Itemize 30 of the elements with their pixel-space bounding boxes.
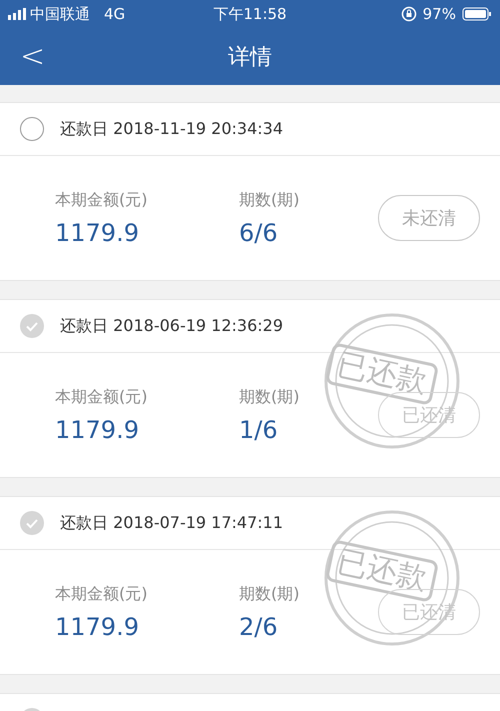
rotation-lock-icon [400, 6, 417, 22]
amount-value: 1179.9 [55, 612, 139, 640]
checked-circle-icon[interactable] [20, 314, 44, 338]
repayment-date: 还款日 2018-07-19 17:47:11 [60, 512, 284, 534]
period-value: 2/6 [239, 612, 278, 640]
period-value: 1/6 [239, 416, 278, 444]
carrier-name: 中国联通 [30, 4, 90, 24]
back-button[interactable]: < [0, 39, 66, 74]
period-label: 期数(期) [239, 386, 300, 408]
amount-label: 本期金额(元) [55, 584, 148, 604]
repayment-date: 还款日 2018-06-19 12:36:29 [60, 316, 284, 336]
amount-value: 1179.9 [55, 416, 139, 444]
paid-stamp: 已还款 [324, 539, 440, 603]
paid-stamp: 已还款 [324, 342, 440, 406]
clock-time: 下午11:58 [213, 4, 287, 22]
checked-circle-icon[interactable] [20, 511, 44, 535]
period-value: 6/6 [239, 218, 278, 246]
radio-circle-icon[interactable] [20, 117, 44, 141]
battery-icon [462, 7, 492, 21]
amount-label: 本期金额(元) [55, 386, 148, 408]
amount-label: 本期金额(元) [55, 190, 148, 210]
page-title: 详情 [228, 44, 272, 70]
battery-percent: 97% [422, 5, 456, 23]
period-label: 期数(期) [239, 584, 300, 604]
period-label: 期数(期) [239, 190, 300, 210]
signal-icon [8, 8, 26, 20]
network-type: 4G [104, 5, 126, 23]
repayment-date: 还款日 2018-11-19 20:34:34 [60, 118, 284, 140]
amount-value: 1179.9 [55, 218, 139, 246]
status-button[interactable]: 未还清 [378, 195, 480, 241]
